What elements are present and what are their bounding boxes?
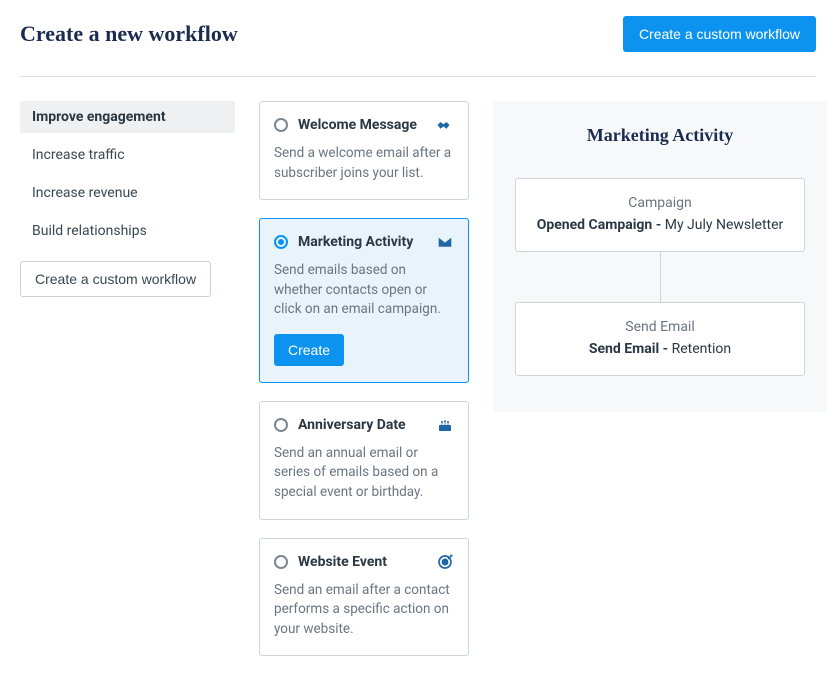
card-marketing-activity[interactable]: Marketing Activity Send emails based on … [259,218,469,383]
card-head: Website Event [274,553,454,571]
main-columns: Improve engagement Increase traffic Incr… [20,101,816,674]
node-connector [660,252,661,302]
sidebar-item-improve-engagement[interactable]: Improve engagement [20,101,235,133]
page-header: Create a new workflow Create a custom wo… [20,16,816,77]
workflow-cards: Welcome Message Send a welcome email aft… [259,101,469,674]
envelope-icon [436,233,454,251]
workflow-node-send-email: Send Email Send Email - Retention [515,302,805,376]
page-title: Create a new workflow [20,21,238,47]
create-button[interactable]: Create [274,334,344,366]
radio-icon[interactable] [274,118,288,132]
radio-icon[interactable] [274,418,288,432]
card-title: Welcome Message [298,117,430,133]
card-anniversary-date[interactable]: Anniversary Date Send an annual email or… [259,401,469,520]
card-welcome-message[interactable]: Welcome Message Send a welcome email aft… [259,101,469,200]
sidebar: Improve engagement Increase traffic Incr… [20,101,235,297]
sidebar-item-build-relationships[interactable]: Build relationships [20,215,235,247]
node-type: Campaign [532,195,788,211]
card-title: Website Event [298,554,430,570]
card-desc: Send an email after a contact performs a… [274,581,454,640]
card-website-event[interactable]: Website Event Send an email after a cont… [259,538,469,657]
card-desc: Send a welcome email after a subscriber … [274,144,454,183]
radio-icon[interactable] [274,555,288,569]
sidebar-item-increase-revenue[interactable]: Increase revenue [20,177,235,209]
cake-icon [436,416,454,434]
workflow-preview: Marketing Activity Campaign Opened Campa… [493,101,827,412]
node-detail: Send Email - Retention [532,341,788,357]
card-title: Marketing Activity [298,234,430,250]
card-desc: Send an annual email or series of emails… [274,444,454,503]
card-head: Marketing Activity [274,233,454,251]
sidebar-item-increase-traffic[interactable]: Increase traffic [20,139,235,171]
card-desc: Send emails based on whether contacts op… [274,261,454,320]
preview-title: Marketing Activity [587,125,733,146]
target-icon [436,553,454,571]
card-head: Welcome Message [274,116,454,134]
node-type: Send Email [532,319,788,335]
create-custom-workflow-button-sidebar[interactable]: Create a custom workflow [20,261,211,297]
node-detail: Opened Campaign - My July Newsletter [532,217,788,233]
handshake-icon [436,116,454,134]
workflow-node-campaign: Campaign Opened Campaign - My July Newsl… [515,178,805,252]
card-title: Anniversary Date [298,417,430,433]
create-custom-workflow-button-top[interactable]: Create a custom workflow [623,16,816,52]
radio-icon[interactable] [274,235,288,249]
card-head: Anniversary Date [274,416,454,434]
